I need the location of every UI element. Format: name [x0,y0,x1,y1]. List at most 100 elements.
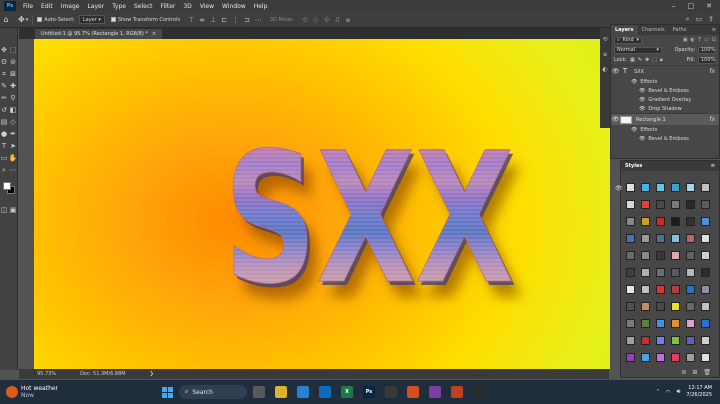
maximize-button[interactable]: □ [688,2,695,10]
style-swatch[interactable] [626,268,635,277]
style-swatch[interactable] [641,268,650,277]
style-swatch[interactable] [671,234,680,243]
move-tool-icon[interactable]: ✥ [18,15,25,24]
style-swatch[interactable] [656,200,665,209]
style-swatch[interactable] [686,319,695,328]
style-swatch[interactable] [701,353,710,362]
filter-kind-dropdown[interactable]: ⌕ Kind ▾ [614,36,642,44]
style-swatch[interactable] [686,353,695,362]
style-swatch[interactable] [626,251,635,260]
style-swatch[interactable] [686,336,695,345]
stamp-tool-icon[interactable]: ⚲ [9,92,17,104]
filter-shape-icon[interactable]: ▭ [704,37,709,43]
weather-widget[interactable]: Hot weather Now [0,385,150,399]
taskbar-app-icon[interactable] [385,386,397,398]
style-swatch[interactable] [671,285,680,294]
style-swatch[interactable] [626,302,635,311]
style-swatch[interactable] [656,183,665,192]
healing-tool-icon[interactable]: ✚ [9,80,17,92]
crop-tool-icon[interactable]: ⌗ [0,68,8,80]
style-swatch[interactable] [626,200,635,209]
lock-paint-icon[interactable]: ✎ [638,57,642,63]
style-swatch[interactable] [686,234,695,243]
style-swatch[interactable] [671,353,680,362]
style-swatch[interactable] [701,285,710,294]
rectangle-tool-icon[interactable]: ▭ [0,152,8,164]
eye-icon[interactable]: 👁︎ [639,136,645,142]
dodge-tool-icon[interactable]: ● [0,128,8,140]
eye-icon[interactable]: 👁︎ [639,88,645,94]
effect-row[interactable]: 👁︎ Drop Shadow [611,104,719,113]
status-menu-arrow-icon[interactable]: ❯ [150,371,154,377]
taskbar-app-icon[interactable] [253,386,265,398]
style-swatch[interactable] [641,200,650,209]
taskbar-app-icon[interactable]: X [341,386,353,398]
style-swatch[interactable] [626,183,635,192]
style-swatch[interactable] [701,336,710,345]
menu-filter[interactable]: Filter [157,3,180,10]
type-tool-icon[interactable]: T [0,140,8,152]
filter-adjust-icon[interactable]: ◐ [691,37,695,43]
effect-row[interactable]: 👁︎ Bevel & Emboss [611,134,719,143]
style-swatch[interactable] [626,353,635,362]
menu-help[interactable]: Help [250,3,272,10]
eye-icon[interactable]: 👁︎ [615,185,623,192]
more-tools-icon[interactable]: ⋯ [9,164,17,176]
visibility-eye-icon[interactable]: 👁︎ [611,116,620,123]
style-swatch[interactable] [701,302,710,311]
effect-row[interactable]: 👁︎ Gradient Overlay [611,95,719,104]
align-center-icon[interactable]: ⋮ [232,16,239,24]
menu-3d[interactable]: 3D [179,3,195,10]
auto-select-checkbox[interactable] [37,17,43,22]
style-swatch[interactable] [641,336,650,345]
menu-edit[interactable]: Edit [37,3,57,10]
taskbar-app-icon[interactable] [275,386,287,398]
document-tab[interactable]: Untitled-1 @ 95.7% (Rectangle 1, RGB/8) … [35,29,163,39]
quick-select-tool-icon[interactable]: ⊘ [9,56,17,68]
tab-channels[interactable]: Channels [638,25,669,35]
wifi-icon[interactable]: ◠ [665,389,670,396]
style-swatch[interactable] [686,251,695,260]
zoom-level[interactable]: 95.73% [37,371,56,377]
lock-artboard-icon[interactable]: ⬚ [652,57,657,63]
style-swatch[interactable] [641,302,650,311]
close-button[interactable]: ✕ [706,2,712,10]
align-middle-icon[interactable]: ≑ [199,16,205,24]
clock[interactable]: 12:17 AM 7/26/2025 [686,385,712,399]
taskbar-app-icon[interactable] [297,386,309,398]
style-swatch[interactable] [626,217,635,226]
style-swatch[interactable] [641,353,650,362]
3d-roll-icon[interactable]: ◎ [313,16,319,24]
style-swatch[interactable] [641,217,650,226]
3d-pan-icon[interactable]: ✣ [324,16,330,24]
lasso-tool-icon[interactable]: ʘ [0,56,8,68]
blend-mode-dropdown[interactable]: Normal ▾ [614,46,662,54]
quick-mask-icon[interactable]: ◫ [0,204,8,216]
style-swatch[interactable] [656,302,665,311]
style-swatch[interactable] [641,183,650,192]
3d-slide-icon[interactable]: ⇵ [335,16,341,24]
lock-position-icon[interactable]: ✥ [645,57,649,63]
style-swatch[interactable] [641,285,650,294]
style-swatch[interactable] [686,285,695,294]
style-swatch[interactable] [671,319,680,328]
style-swatch[interactable] [701,319,710,328]
style-swatch[interactable] [701,251,710,260]
zoom-tool-icon[interactable]: ⌕ [0,164,8,176]
home-icon[interactable]: ⌂ [0,15,12,24]
volume-icon[interactable]: 🔊︎ [677,388,681,396]
filter-pixel-icon[interactable]: ▣ [683,37,688,43]
document-canvas[interactable]: SXX SXX SXX SXX [34,39,610,369]
eye-icon[interactable]: 👁︎ [631,79,637,85]
workspace-icon[interactable]: ▭ [696,15,703,24]
style-swatch[interactable] [626,336,635,345]
style-swatch[interactable] [671,336,680,345]
style-swatch[interactable] [671,251,680,260]
taskbar-app-icon[interactable] [451,386,463,398]
history-brush-icon[interactable]: ↺ [0,104,8,116]
fx-icon[interactable]: fx [709,68,715,75]
brush-tool-icon[interactable]: ✏ [0,92,8,104]
style-swatch[interactable] [656,285,665,294]
style-swatch[interactable] [671,183,680,192]
opacity-field[interactable]: 100% [698,46,716,54]
